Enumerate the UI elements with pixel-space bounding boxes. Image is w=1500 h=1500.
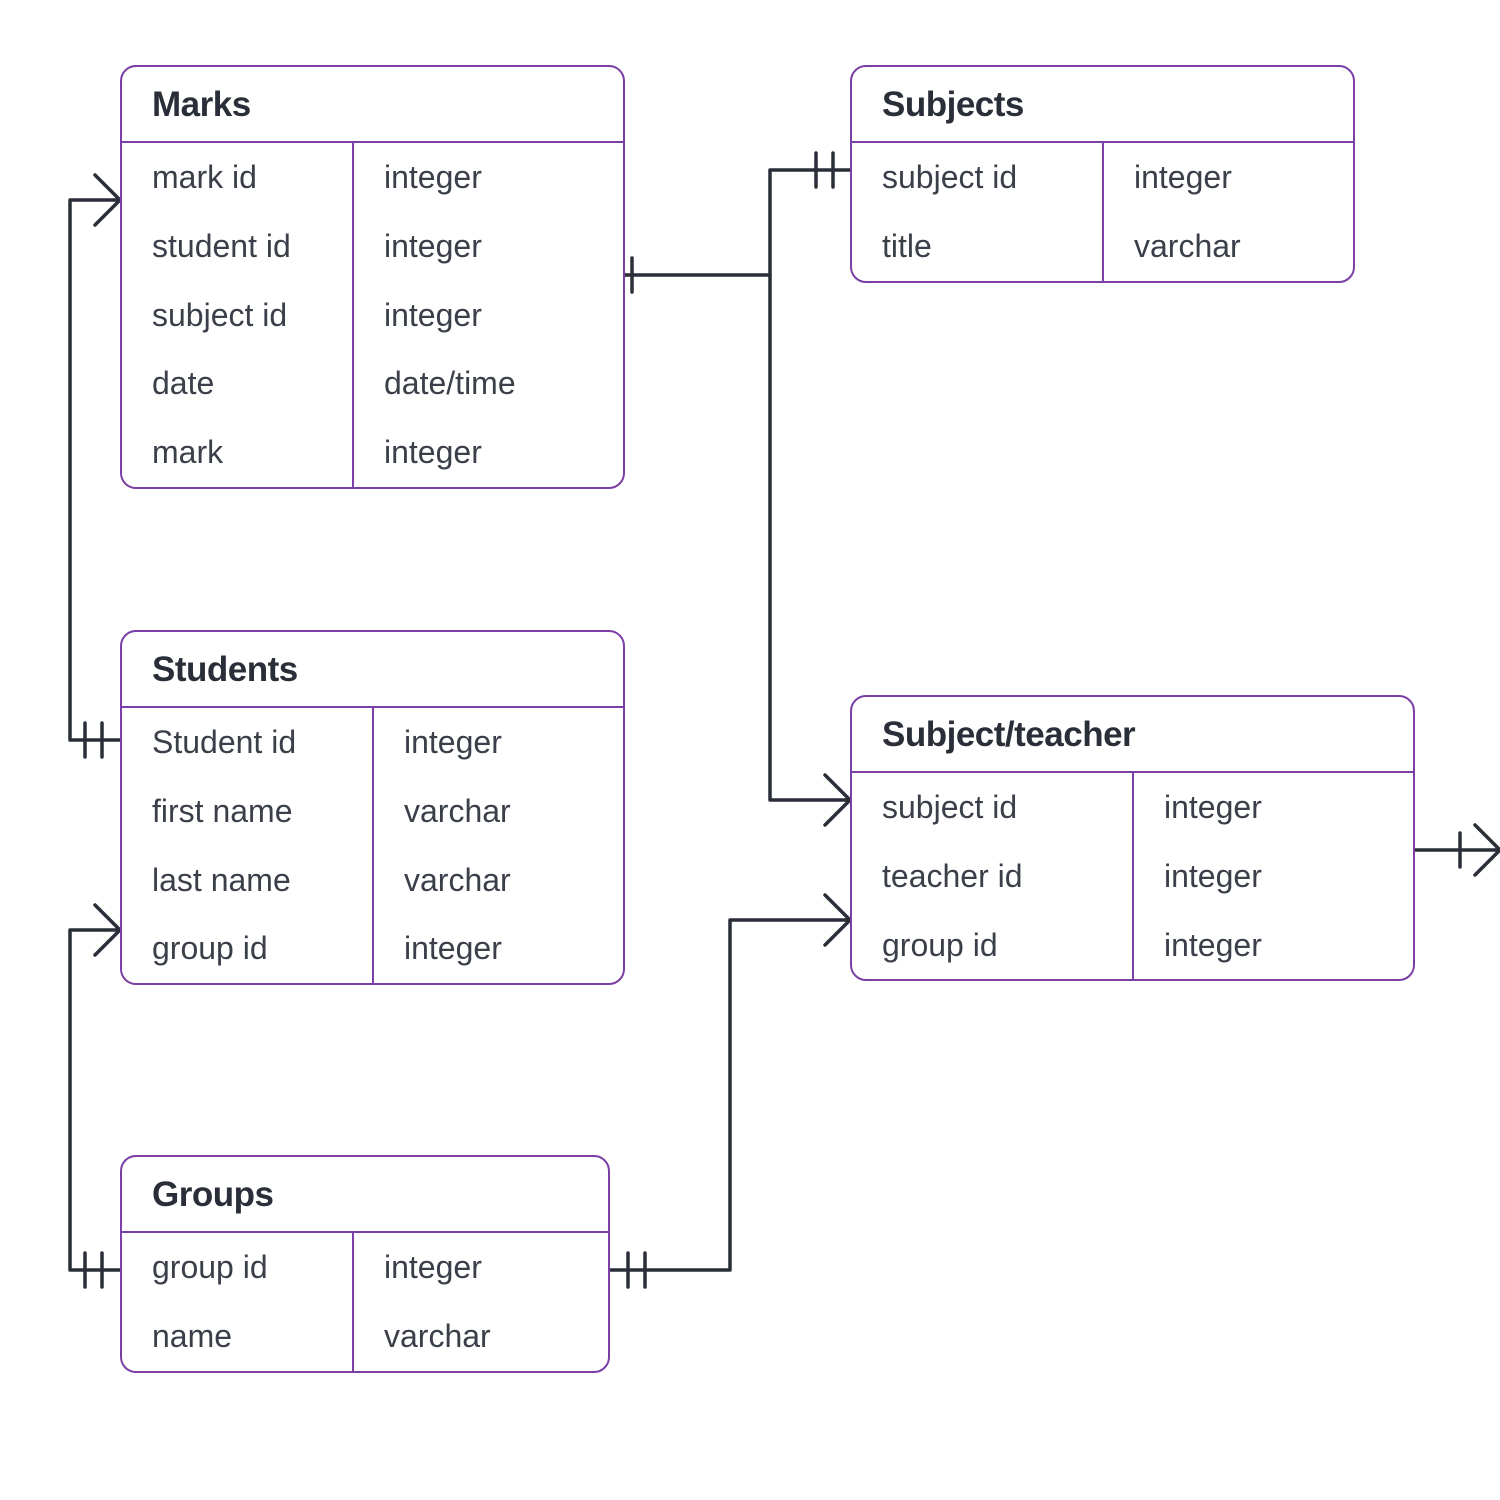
er-diagram-canvas: Marks mark id student id subject id date… (0, 0, 1500, 1500)
subjteacher-field-name: subject id (852, 773, 1132, 842)
marks-field-type: integer (354, 281, 623, 350)
groups-field-name: name (122, 1302, 352, 1371)
students-field-name: last name (122, 846, 372, 915)
subjects-field-name: title (852, 212, 1102, 281)
students-field-name: Student id (122, 708, 372, 777)
students-field-type: varchar (374, 846, 623, 915)
marks-field-type: integer (354, 418, 623, 487)
groups-field-name: group id (122, 1233, 352, 1302)
entity-subjects-title: Subjects (852, 67, 1353, 143)
subjteacher-field-type: integer (1134, 911, 1413, 980)
conn-marks-students (70, 175, 120, 740)
entity-groups: Groups group id name integer varchar (120, 1155, 610, 1373)
marks-field-type: integer (354, 143, 623, 212)
subjects-field-type: varchar (1104, 212, 1353, 281)
entity-groups-title: Groups (122, 1157, 608, 1233)
conn-students-groups (70, 905, 120, 1270)
marks-field-type: date/time (354, 349, 623, 418)
marks-field-name: mark (122, 418, 352, 487)
conn-marks-subjects (600, 170, 850, 300)
students-field-type: varchar (374, 777, 623, 846)
marks-field-name: date (122, 349, 352, 418)
marks-field-name: mark id (122, 143, 352, 212)
one-exact-groups-right (628, 1253, 645, 1287)
one-exact-groups-end (85, 1253, 102, 1287)
entity-marks: Marks mark id student id subject id date… (120, 65, 625, 489)
groups-field-type: integer (354, 1233, 608, 1302)
subjteacher-field-name: teacher id (852, 842, 1132, 911)
entity-subject-teacher-title: Subject/teacher (852, 697, 1413, 773)
conn-subjteacher-right (1415, 825, 1500, 875)
subjects-field-type: integer (1104, 143, 1353, 212)
entity-students-title: Students (122, 632, 623, 708)
subjteacher-field-name: group id (852, 911, 1132, 980)
entity-subjects: Subjects subject id title integer varcha… (850, 65, 1355, 283)
students-field-type: integer (374, 708, 623, 777)
students-field-name: group id (122, 914, 372, 983)
students-field-name: first name (122, 777, 372, 846)
conn-subjects-subjteacher (770, 275, 850, 825)
entity-students: Students Student id first name last name… (120, 630, 625, 985)
marks-field-type: integer (354, 212, 623, 281)
subjects-field-name: subject id (852, 143, 1102, 212)
entity-subject-teacher: Subject/teacher subject id teacher id gr… (850, 695, 1415, 981)
one-exact-subjects-end (816, 153, 833, 187)
conn-groups-subjteacher (610, 895, 850, 1270)
groups-field-type: varchar (354, 1302, 608, 1371)
one-exact-students-end (85, 723, 102, 757)
entity-marks-title: Marks (122, 67, 623, 143)
subjteacher-field-type: integer (1134, 773, 1413, 842)
marks-field-name: student id (122, 212, 352, 281)
marks-field-name: subject id (122, 281, 352, 350)
students-field-type: integer (374, 914, 623, 983)
subjteacher-field-type: integer (1134, 842, 1413, 911)
